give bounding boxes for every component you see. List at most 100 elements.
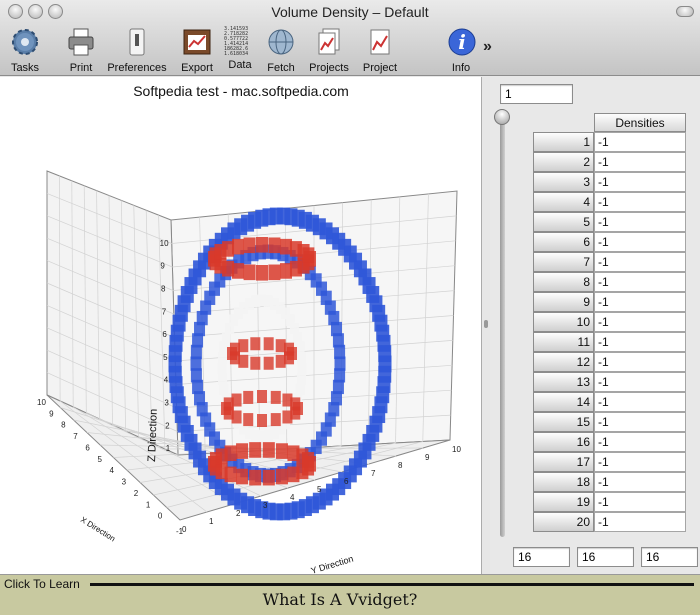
voxel bbox=[219, 383, 229, 396]
density-cell[interactable]: -1 bbox=[594, 232, 686, 252]
density-cell[interactable]: -1 bbox=[594, 412, 686, 432]
z-tick-label: 4 bbox=[164, 376, 169, 385]
row-index-button[interactable]: 12 bbox=[533, 352, 594, 372]
densities-column-header[interactable]: Densities bbox=[594, 113, 686, 132]
z-tick-label: 5 bbox=[163, 353, 168, 362]
voxel bbox=[217, 362, 227, 375]
density-cell[interactable]: -1 bbox=[594, 312, 686, 332]
z-tick-label: 7 bbox=[162, 307, 167, 316]
density-cell[interactable]: -1 bbox=[594, 272, 686, 292]
density-row: 12 -1 bbox=[533, 352, 686, 372]
row-index-button[interactable]: 2 bbox=[533, 152, 594, 172]
pane-splitter[interactable] bbox=[482, 77, 490, 574]
density-cell[interactable]: -1 bbox=[594, 252, 686, 272]
voxel bbox=[238, 339, 249, 353]
index-field[interactable] bbox=[500, 84, 573, 104]
row-index-button[interactable]: 13 bbox=[533, 372, 594, 392]
row-index-button[interactable]: 15 bbox=[533, 412, 594, 432]
density-cell[interactable]: -1 bbox=[594, 392, 686, 412]
x-tick-label: 1 bbox=[146, 500, 151, 509]
learn-footer: Click To Learn What Is A Vvidget? bbox=[0, 574, 700, 615]
y-tick-label: 7 bbox=[371, 469, 376, 478]
click-to-learn-link[interactable]: Click To Learn bbox=[4, 577, 80, 591]
info-button[interactable]: i Info bbox=[446, 26, 476, 74]
density-row: 5 -1 bbox=[533, 212, 686, 232]
row-index-button[interactable]: 1 bbox=[533, 132, 594, 152]
row-index-button[interactable]: 14 bbox=[533, 392, 594, 412]
density-cell[interactable]: -1 bbox=[594, 492, 686, 512]
voxel bbox=[249, 469, 262, 486]
project-button[interactable]: Project bbox=[360, 26, 400, 74]
fetch-button[interactable]: Fetch bbox=[264, 26, 298, 74]
dimension-z-field[interactable] bbox=[641, 547, 698, 567]
info-icon: i bbox=[448, 28, 476, 56]
row-index-button[interactable]: 18 bbox=[533, 472, 594, 492]
row-index-button[interactable]: 11 bbox=[533, 332, 594, 352]
y-tick-label: 8 bbox=[398, 461, 403, 470]
y-tick-label: 4 bbox=[290, 493, 295, 502]
row-index-button[interactable]: 9 bbox=[533, 292, 594, 312]
voxel bbox=[236, 468, 249, 485]
row-index-button[interactable]: 5 bbox=[533, 212, 594, 232]
density-row: 17 -1 bbox=[533, 452, 686, 472]
density-cell[interactable]: -1 bbox=[594, 452, 686, 472]
density-row: 3 -1 bbox=[533, 172, 686, 192]
row-index-button[interactable]: 8 bbox=[533, 272, 594, 292]
x-tick-label: 3 bbox=[122, 478, 127, 487]
preferences-button[interactable]: Preferences bbox=[106, 26, 168, 74]
density-row: 4 -1 bbox=[533, 192, 686, 212]
voxel bbox=[262, 442, 275, 458]
volume-plot[interactable]: 12345678910012345678910012345678910-1 Z … bbox=[0, 77, 482, 574]
row-index-button[interactable]: 10 bbox=[533, 312, 594, 332]
print-button[interactable]: Print bbox=[64, 26, 98, 74]
density-cell[interactable]: -1 bbox=[594, 372, 686, 392]
gear-icon bbox=[12, 29, 38, 55]
density-cell[interactable]: -1 bbox=[594, 352, 686, 372]
row-index-button[interactable]: 17 bbox=[533, 452, 594, 472]
dimension-x-field[interactable] bbox=[513, 547, 570, 567]
plot-pane: Softpedia test - mac.softpedia.com 12345… bbox=[0, 77, 482, 574]
voxel bbox=[280, 263, 292, 279]
tasks-button[interactable]: Tasks bbox=[6, 26, 44, 74]
voxel bbox=[334, 344, 346, 360]
density-row: 10 -1 bbox=[533, 312, 686, 332]
data-button[interactable]: 3.141593 2.718282 0.577722 1.414214 1862… bbox=[224, 26, 256, 74]
projects-button[interactable]: Projects bbox=[306, 26, 352, 74]
row-index-button[interactable]: 19 bbox=[533, 492, 594, 512]
z-tick-label: 1 bbox=[166, 444, 171, 453]
row-index-button[interactable]: 7 bbox=[533, 252, 594, 272]
splitter-handle[interactable] bbox=[484, 320, 488, 328]
density-cell[interactable]: -1 bbox=[594, 192, 686, 212]
row-index-button[interactable]: 3 bbox=[533, 172, 594, 192]
voxel bbox=[217, 373, 227, 385]
row-index-button[interactable]: 16 bbox=[533, 432, 594, 452]
y-tick-label: 10 bbox=[452, 445, 461, 454]
voxel bbox=[297, 351, 307, 364]
density-cell[interactable]: -1 bbox=[594, 472, 686, 492]
voxel bbox=[297, 373, 307, 385]
index-slider-track[interactable] bbox=[500, 113, 505, 537]
preferences-label: Preferences bbox=[107, 62, 167, 74]
row-index-button[interactable]: 4 bbox=[533, 192, 594, 212]
voxel bbox=[270, 390, 281, 404]
voxel bbox=[243, 264, 256, 281]
density-cell[interactable]: -1 bbox=[594, 332, 686, 352]
density-cell[interactable]: -1 bbox=[594, 512, 686, 532]
row-index-button[interactable]: 6 bbox=[533, 232, 594, 252]
density-cell[interactable]: -1 bbox=[594, 132, 686, 152]
density-cell[interactable]: -1 bbox=[594, 432, 686, 452]
row-index-button[interactable]: 20 bbox=[533, 512, 594, 532]
x-tick-label: 10 bbox=[37, 398, 46, 407]
density-cell[interactable]: -1 bbox=[594, 152, 686, 172]
density-cell[interactable]: -1 bbox=[594, 172, 686, 192]
export-button[interactable]: Export bbox=[178, 26, 216, 74]
density-cell[interactable]: -1 bbox=[594, 292, 686, 312]
dimension-y-field[interactable] bbox=[577, 547, 634, 567]
export-label: Export bbox=[181, 62, 213, 74]
voxel bbox=[236, 443, 249, 459]
voxel bbox=[287, 466, 300, 483]
index-slider-knob[interactable] bbox=[494, 109, 510, 125]
what-is-vvidget-link[interactable]: What Is A Vvidget? bbox=[0, 590, 680, 609]
density-cell[interactable]: -1 bbox=[594, 212, 686, 232]
toolbar-overflow-button[interactable]: » bbox=[483, 38, 492, 56]
